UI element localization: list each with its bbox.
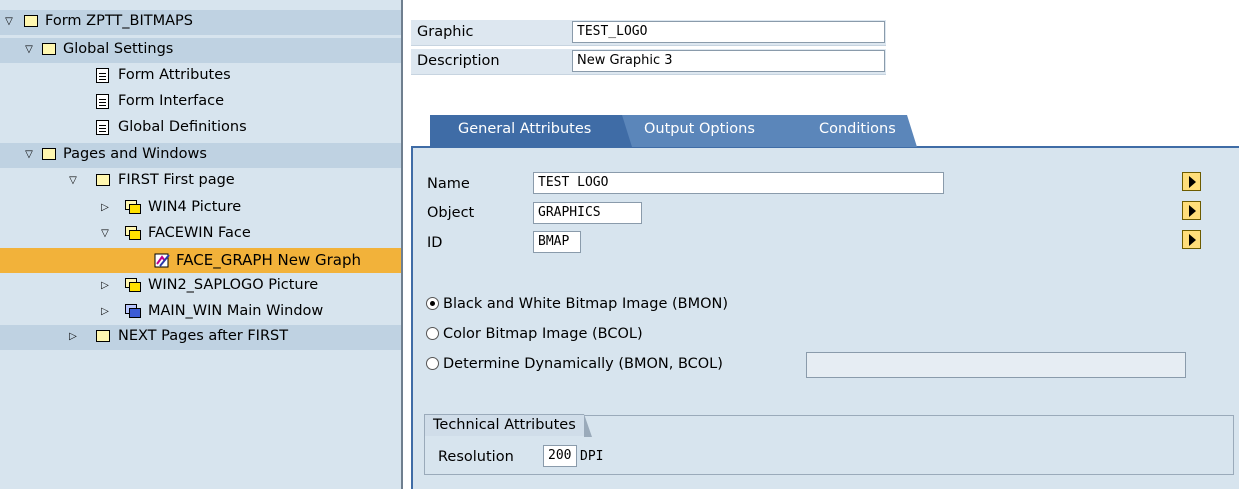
- tree-node-pages-windows[interactable]: ▽ Pages and Windows: [0, 143, 401, 168]
- tree-node-label: WIN4 Picture: [148, 199, 242, 215]
- expand-arrow-icon[interactable]: ▽: [4, 16, 14, 28]
- tree-node-global-definitions[interactable]: Global Definitions: [0, 116, 401, 141]
- object-arrow-button[interactable]: [1182, 201, 1201, 220]
- object-field[interactable]: GRAPHICS: [533, 202, 642, 224]
- tree-node-label: Form Interface: [118, 93, 225, 109]
- tree-node-next-pages[interactable]: ▷ NEXT Pages after FIRST: [0, 325, 401, 350]
- document-icon: [96, 68, 114, 84]
- graphic-label: Graphic: [417, 24, 474, 40]
- tree-node-first-page[interactable]: ▽ FIRST First page: [0, 169, 401, 194]
- radio-dynamic[interactable]: Determine Dynamically (BMON, BCOL): [426, 356, 723, 372]
- window-icon: [125, 278, 143, 294]
- radio-color-label: Color Bitmap Image (BCOL): [443, 326, 643, 342]
- radio-icon[interactable]: [426, 327, 439, 340]
- resolution-field[interactable]: 200: [543, 445, 577, 467]
- tree-node-label: NEXT Pages after FIRST: [118, 328, 289, 344]
- collapse-arrow-icon[interactable]: ▷: [100, 280, 110, 292]
- id-label: ID: [427, 235, 443, 251]
- folder-icon: [42, 42, 60, 58]
- radio-selected-icon[interactable]: [426, 297, 439, 310]
- window-icon: [125, 200, 143, 216]
- tree-node-win2-saplogo[interactable]: ▷ WIN2_SAPLOGO Picture: [0, 274, 401, 299]
- resolution-unit: DPI: [580, 449, 604, 464]
- technical-attributes-title: Technical Attributes: [424, 414, 592, 437]
- dynamic-field[interactable]: [806, 352, 1186, 378]
- radio-bw-bitmap[interactable]: Black and White Bitmap Image (BMON): [426, 296, 728, 312]
- folder-icon: [42, 147, 60, 163]
- radio-dynamic-label: Determine Dynamically (BMON, BCOL): [443, 356, 723, 372]
- graphic-node-icon: [154, 252, 172, 268]
- window-icon: [125, 226, 143, 242]
- graphic-name-field[interactable]: TEST_LOGO: [572, 21, 885, 43]
- id-field[interactable]: BMAP: [533, 231, 581, 253]
- tree-node-label: FIRST First page: [118, 172, 235, 188]
- tree-node-main-win[interactable]: ▷ MAIN_WIN Main Window: [0, 300, 401, 325]
- tree-node-form[interactable]: ▽ Form ZPTT_BITMAPS: [0, 10, 401, 35]
- tree-node-label: Pages and Windows: [63, 146, 207, 162]
- tree-node-face-graph[interactable]: FACE_GRAPH New Graph: [0, 248, 401, 273]
- tree-node-label: WIN2_SAPLOGO Picture: [148, 277, 319, 293]
- resolution-label: Resolution: [438, 449, 514, 465]
- expand-arrow-icon[interactable]: ▽: [24, 44, 34, 56]
- tree-node-label: Form ZPTT_BITMAPS: [45, 13, 193, 29]
- tree-node-global-settings[interactable]: ▽ Global Settings: [0, 38, 401, 63]
- object-label: Object: [427, 205, 475, 221]
- tree-node-label: FACE_GRAPH New Graph: [176, 251, 361, 269]
- tree-panel: ▽ Form ZPTT_BITMAPS ▽ Global Settings Fo…: [0, 0, 403, 489]
- description-label: Description: [417, 53, 500, 69]
- folder-icon: [96, 173, 114, 189]
- collapse-arrow-icon[interactable]: ▷: [68, 331, 78, 343]
- tree-node-label: Global Definitions: [118, 119, 247, 135]
- collapse-arrow-icon[interactable]: ▷: [100, 306, 110, 318]
- name-field[interactable]: TEST LOGO: [533, 172, 944, 194]
- tree-node-label: Global Settings: [63, 41, 174, 57]
- tree-node-win4[interactable]: ▷ WIN4 Picture: [0, 196, 401, 221]
- id-arrow-button[interactable]: [1182, 230, 1201, 249]
- tree-node-form-interface[interactable]: Form Interface: [0, 90, 401, 115]
- expand-arrow-icon[interactable]: ▽: [100, 228, 110, 240]
- name-arrow-button[interactable]: [1182, 172, 1201, 191]
- tree-node-label: FACEWIN Face: [148, 225, 251, 241]
- expand-arrow-icon[interactable]: ▽: [68, 175, 78, 187]
- tab-output-options[interactable]: Output Options: [614, 115, 814, 147]
- collapse-arrow-icon[interactable]: ▷: [100, 202, 110, 214]
- tree-node-label: Form Attributes: [118, 67, 231, 83]
- expand-arrow-icon[interactable]: ▽: [24, 149, 34, 161]
- folder-icon: [24, 14, 42, 30]
- tree-node-facewin[interactable]: ▽ FACEWIN Face: [0, 222, 401, 247]
- folder-icon: [96, 329, 114, 345]
- tree-node-form-attributes[interactable]: Form Attributes: [0, 64, 401, 89]
- name-label: Name: [427, 176, 470, 192]
- radio-icon[interactable]: [426, 357, 439, 370]
- document-icon: [96, 94, 114, 110]
- description-field[interactable]: New Graphic 3: [572, 50, 885, 72]
- tab-general-attributes[interactable]: General Attributes: [430, 115, 632, 147]
- radio-color-bitmap[interactable]: Color Bitmap Image (BCOL): [426, 326, 643, 342]
- radio-bw-label: Black and White Bitmap Image (BMON): [443, 296, 729, 312]
- main-window-icon: [125, 304, 143, 320]
- document-icon: [96, 120, 114, 136]
- tree-node-label: MAIN_WIN Main Window: [148, 303, 324, 319]
